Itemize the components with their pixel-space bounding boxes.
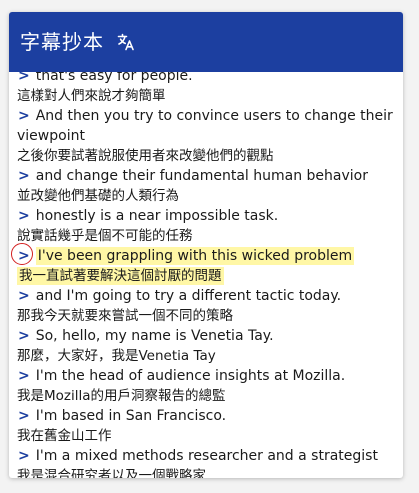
english-text: I'm a mixed methods researcher and a str… xyxy=(35,448,378,464)
chinese-text: 之後你要試著說服使用者來改變他們的觀點 xyxy=(17,148,274,164)
transcript-line-english: > and change their fundamental human beha… xyxy=(17,166,399,186)
transcript-entry: > and I'm going to try a different tactic… xyxy=(17,286,399,326)
transcript-line-chinese: 我在舊金山工作 xyxy=(17,426,399,446)
transcript-line-chinese: 那我今天就要來嘗試一個不同的策略 xyxy=(17,306,399,326)
seek-arrow-wrapper: > xyxy=(17,446,36,466)
chinese-text: 我在舊金山工作 xyxy=(17,428,112,444)
seek-arrow-icon[interactable]: > xyxy=(18,168,30,184)
seek-arrow-icon[interactable]: > xyxy=(18,288,30,304)
transcript-line-english: > I'm a mixed methods researcher and a st… xyxy=(17,446,399,466)
transcript-line-chinese: 我是混合研究者以及一個戰略家 xyxy=(17,466,399,478)
transcript-entry: > I'm the head of audience insights at Mo… xyxy=(17,366,399,406)
seek-arrow-icon[interactable]: > xyxy=(18,208,30,224)
seek-arrow-wrapper: > xyxy=(11,243,36,266)
chinese-text: 我是Mozilla的用戶洞察報告的總監 xyxy=(17,388,226,404)
transcript-line-english: > I've been grappling with this wicked pr… xyxy=(11,243,399,266)
transcript-entry: > and change their fundamental human beha… xyxy=(17,166,399,206)
seek-arrow-wrapper: > xyxy=(17,406,36,426)
transcript-entry: > I'm based in San Francisco. 我在舊金山工作 xyxy=(17,406,399,446)
chinese-text: 並改變他們基礎的人類行為 xyxy=(17,188,179,204)
transcript-line-english: > So, hello, my name is Venetia Tay. xyxy=(17,326,399,346)
transcript-line-english: > I'm the head of audience insights at Mo… xyxy=(17,366,399,386)
english-text: And then you try to convince users to ch… xyxy=(17,108,393,144)
chinese-text: 我一直試著要解決這個討厭的問題 xyxy=(17,267,224,285)
transcript-line-english: > and I'm going to try a different tactic… xyxy=(17,286,399,306)
english-text: I'm the head of audience insights at Moz… xyxy=(35,368,346,384)
chinese-text: 這樣對人們來說才夠簡單 xyxy=(17,88,166,104)
chinese-text: 那麼，大家好，我是Venetia Tay xyxy=(17,348,216,364)
transcript-line-chinese: 說實話幾乎是個不可能的任務 xyxy=(17,226,399,246)
seek-arrow-wrapper: > xyxy=(17,166,36,186)
seek-arrow-wrapper: > xyxy=(17,366,36,386)
seek-arrow-icon[interactable]: > xyxy=(18,328,30,344)
chinese-text: 說實話幾乎是個不可能的任務 xyxy=(17,228,193,244)
english-text: honestly is a near impossible task. xyxy=(35,208,279,224)
seek-arrow-wrapper: > xyxy=(17,286,36,306)
transcript-line-chinese: 那麼，大家好，我是Venetia Tay xyxy=(17,346,399,366)
transcript-line-english: > that's easy for people. xyxy=(17,72,399,86)
transcript-line-chinese: 並改變他們基礎的人類行為 xyxy=(17,186,399,206)
translate-icon[interactable] xyxy=(117,33,135,51)
panel-title: 字幕抄本 xyxy=(20,30,104,54)
seek-arrow-icon[interactable]: > xyxy=(18,108,30,124)
seek-arrow-wrapper: > xyxy=(17,106,36,126)
seek-arrow-icon[interactable]: > xyxy=(18,408,30,424)
transcript-line-chinese: 之後你要試著說服使用者來改變他們的觀點 xyxy=(17,146,399,166)
english-text: that's easy for people. xyxy=(35,72,193,84)
seek-arrow-icon[interactable]: > xyxy=(18,448,30,464)
panel-header: 字幕抄本 xyxy=(9,12,403,72)
seek-arrow-icon[interactable]: > xyxy=(18,72,30,84)
transcript-line-chinese: 我是Mozilla的用戶洞察報告的總監 xyxy=(17,386,399,406)
transcript-entry: > that's easy for people. 這樣對人們來說才夠簡單 xyxy=(17,72,399,106)
seek-arrow-wrapper: > xyxy=(17,72,36,86)
transcript-list[interactable]: > that's easy for people. 這樣對人們來說才夠簡單 > And … xyxy=(9,72,403,478)
transcript-entry: > So, hello, my name is Venetia Tay. 那麼，大家… xyxy=(17,326,399,366)
transcript-panel: 字幕抄本 > that's easy for people. 這樣對人們來說才夠簡單… xyxy=(9,12,403,478)
english-text: I've been grappling with this wicked pro… xyxy=(35,247,355,265)
transcript-line-chinese: 這樣對人們來說才夠簡單 xyxy=(17,86,399,106)
english-text: I'm based in San Francisco. xyxy=(35,408,227,424)
english-text: and I'm going to try a different tactic … xyxy=(35,288,342,304)
transcript-line-english: > And then you try to convince users to c… xyxy=(17,106,399,146)
transcript-line-english: > I'm based in San Francisco. xyxy=(17,406,399,426)
chinese-text: 我是混合研究者以及一個戰略家 xyxy=(17,468,206,478)
transcript-line-english: > honestly is a near impossible task. xyxy=(17,206,399,226)
seek-arrow-wrapper: > xyxy=(17,326,36,346)
transcript-entry: > And then you try to convince users to c… xyxy=(17,106,399,166)
seek-arrow-wrapper: > xyxy=(17,206,36,226)
english-text: So, hello, my name is Venetia Tay. xyxy=(35,328,274,344)
seek-arrow-icon[interactable]: > xyxy=(18,368,30,384)
transcript-line-chinese: 我一直試著要解決這個討厭的問題 xyxy=(17,266,399,286)
transcript-entry: > honestly is a near impossible task. 說實話幾… xyxy=(17,206,399,246)
annotation-circle xyxy=(11,243,33,265)
english-text: and change their fundamental human behav… xyxy=(35,168,368,184)
transcript-entry: > I'm a mixed methods researcher and a st… xyxy=(17,446,399,478)
transcript-entry: > I've been grappling with this wicked pr… xyxy=(11,243,399,286)
chinese-text: 那我今天就要來嘗試一個不同的策略 xyxy=(17,308,233,324)
